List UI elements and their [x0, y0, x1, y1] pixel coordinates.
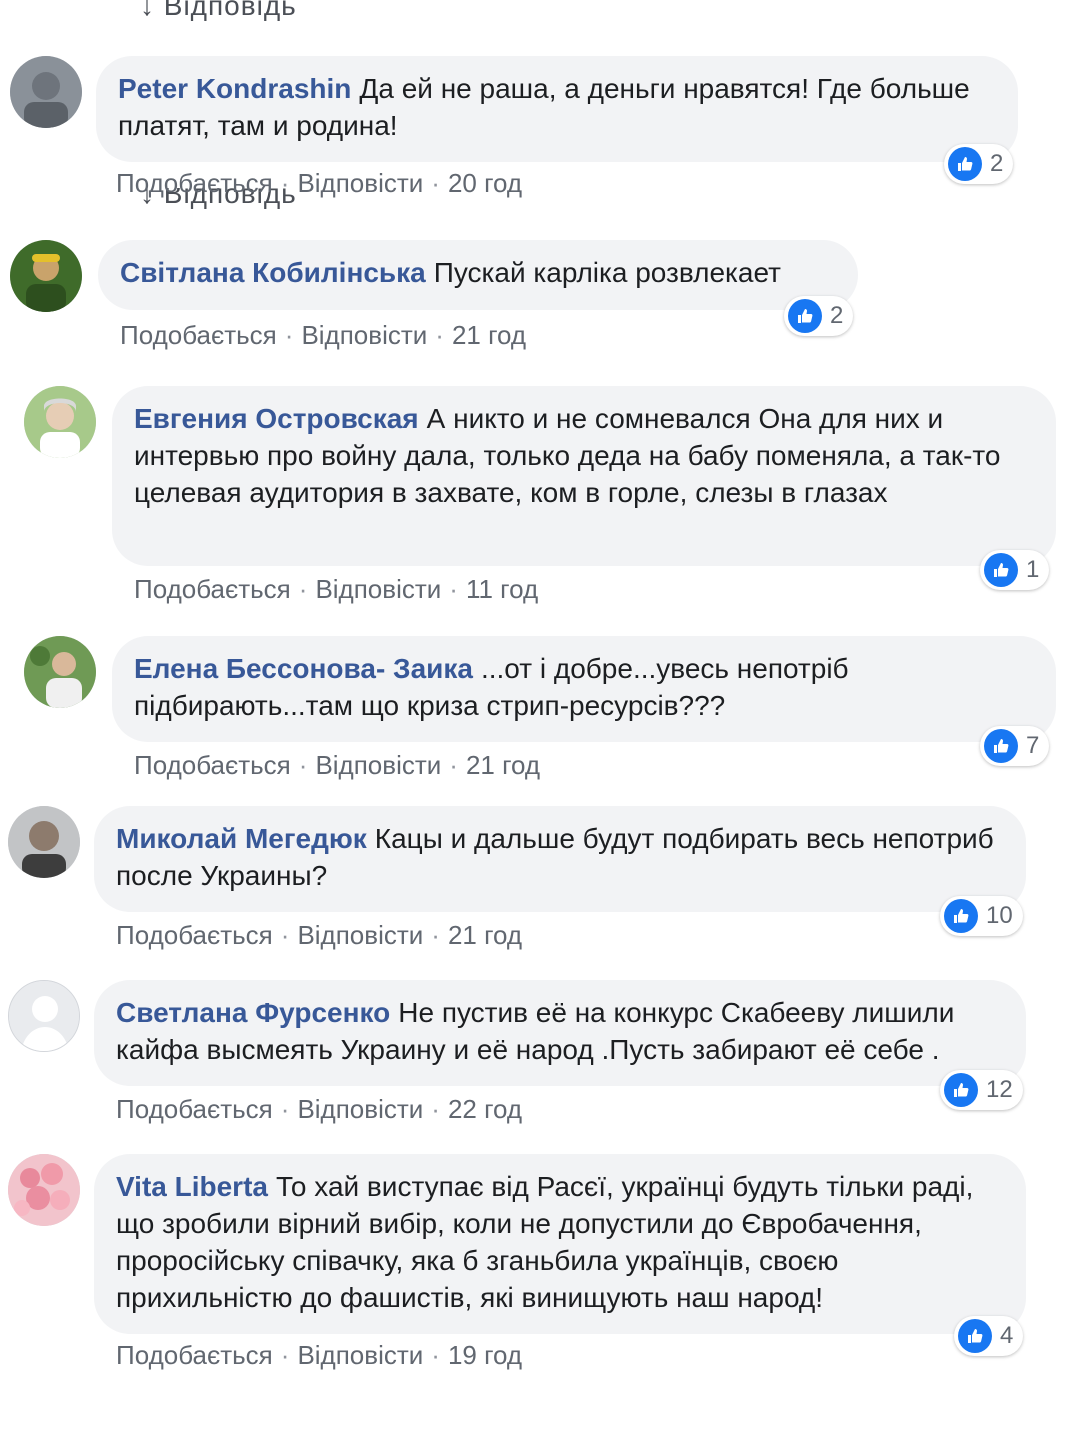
- like-link[interactable]: Подобається: [116, 168, 273, 198]
- avatar[interactable]: [24, 386, 96, 458]
- comment-author[interactable]: Світлана Кобилінська: [120, 257, 426, 288]
- separator: ·: [431, 168, 440, 198]
- reply-link[interactable]: Відповісти: [301, 320, 427, 350]
- user-photo-avatar-icon: [10, 240, 82, 312]
- avatar[interactable]: [8, 806, 80, 878]
- like-link[interactable]: Подобається: [116, 920, 273, 950]
- reply-link[interactable]: Відповісти: [315, 750, 441, 780]
- reply-link[interactable]: Відповісти: [297, 1094, 423, 1124]
- reaction-count[interactable]: 2: [784, 296, 854, 336]
- comment-actions: Подобається · Відповісти · 11 год: [134, 574, 538, 605]
- avatar[interactable]: [10, 56, 82, 128]
- user-photo-avatar-icon: [24, 636, 96, 708]
- comment-author[interactable]: Евгения Островская: [134, 403, 419, 434]
- avatar[interactable]: [24, 636, 96, 708]
- separator: ·: [298, 750, 308, 780]
- comment-author[interactable]: Светлана Фурсенко: [116, 997, 390, 1028]
- user-photo-avatar-icon: [10, 56, 82, 128]
- like-link[interactable]: Подобається: [134, 574, 291, 604]
- reaction-number: 10: [986, 902, 1013, 929]
- reaction-count[interactable]: 2: [944, 144, 1014, 184]
- comment-actions: Подобається · Відповісти · 21 год: [134, 750, 540, 781]
- like-icon: [984, 729, 1018, 763]
- comment-text: Пускай карліка розвлекает: [433, 257, 781, 288]
- reaction-number: 2: [830, 302, 844, 329]
- like-icon: [788, 299, 822, 333]
- timestamp[interactable]: 22 год: [448, 1094, 522, 1124]
- separator: ·: [280, 1094, 290, 1124]
- reaction-count[interactable]: 4: [954, 1316, 1024, 1356]
- like-link[interactable]: Подобається: [120, 320, 277, 350]
- avatar[interactable]: [8, 980, 80, 1052]
- like-icon: [958, 1319, 992, 1353]
- separator: ·: [435, 320, 444, 350]
- comment-author[interactable]: Vita Liberta: [116, 1171, 268, 1202]
- separator: ·: [431, 920, 440, 950]
- comment-bubble: Світлана Кобилінська Пускай карліка розвл…: [98, 240, 858, 310]
- timestamp[interactable]: 20 год: [448, 168, 522, 198]
- separator: ·: [280, 920, 290, 950]
- avatar[interactable]: [8, 1154, 80, 1226]
- comment-bubble: Peter Kondrashin Да ей не раша, а деньги …: [96, 56, 1018, 162]
- comment-actions: Подобається · Відповісти · 22 год: [116, 1094, 522, 1125]
- reaction-count[interactable]: 7: [980, 726, 1050, 766]
- like-icon: [948, 147, 982, 181]
- comment-author[interactable]: Елена Бессонова- Заика: [134, 653, 473, 684]
- reaction-number: 7: [1026, 732, 1040, 759]
- comment-bubble: Миколай Мегедюк Кацы и дальше будут подби…: [94, 806, 1026, 912]
- reply-link[interactable]: Відповісти: [297, 920, 423, 950]
- user-photo-avatar-icon: [8, 1154, 80, 1226]
- timestamp[interactable]: 21 год: [448, 920, 522, 950]
- comment-author[interactable]: Миколай Мегедюк: [116, 823, 367, 854]
- user-photo-avatar-icon: [8, 806, 80, 878]
- avatar[interactable]: [10, 240, 82, 312]
- like-link[interactable]: Подобається: [134, 750, 291, 780]
- reply-link[interactable]: Відповісти: [297, 168, 423, 198]
- reaction-number: 12: [986, 1076, 1013, 1103]
- timestamp[interactable]: 11 год: [466, 574, 538, 604]
- like-icon: [944, 899, 978, 933]
- reaction-number: 4: [1000, 1322, 1014, 1349]
- comment-author[interactable]: Peter Kondrashin: [118, 73, 351, 104]
- separator: ·: [431, 1094, 440, 1124]
- comment-actions: Подобається · Відповісти · 21 год: [116, 920, 522, 951]
- reaction-number: 1: [1026, 556, 1040, 583]
- separator: ·: [431, 1340, 440, 1370]
- comment-bubble: Елена Бессонова- Заика ...от і добре...ув…: [112, 636, 1056, 742]
- separator: ·: [449, 750, 458, 780]
- separator: ·: [280, 168, 290, 198]
- reply-link[interactable]: Відповісти: [315, 574, 441, 604]
- separator: ·: [284, 320, 294, 350]
- comment-bubble: Vita Liberta То хай виступає від Расєї, у…: [94, 1154, 1026, 1334]
- separator: ·: [280, 1340, 290, 1370]
- timestamp[interactable]: 21 год: [452, 320, 526, 350]
- reply-link[interactable]: Відповісти: [297, 1340, 423, 1370]
- separator: ·: [449, 574, 458, 604]
- like-link[interactable]: Подобається: [116, 1094, 273, 1124]
- reply-link-stub-top[interactable]: ↓ Відповідь: [140, 0, 360, 28]
- comment-actions: Подобається · Відповісти · 19 год: [116, 1340, 522, 1371]
- user-photo-avatar-icon: [24, 386, 96, 458]
- reaction-number: 2: [990, 150, 1004, 177]
- reaction-count[interactable]: 1: [980, 550, 1050, 590]
- comment-actions: Подобається · Відповісти · 21 год: [120, 320, 526, 351]
- timestamp[interactable]: 21 год: [466, 750, 540, 780]
- default-avatar-icon: [9, 981, 79, 1051]
- reaction-count[interactable]: 10: [940, 896, 1023, 936]
- comment-bubble: Евгения Островская А никто и не сомневалс…: [112, 386, 1056, 566]
- comment-actions: Подобається · Відповісти · 20 год: [116, 168, 522, 199]
- reaction-count[interactable]: 12: [940, 1070, 1023, 1110]
- like-link[interactable]: Подобається: [116, 1340, 273, 1370]
- separator: ·: [298, 574, 308, 604]
- like-icon: [944, 1073, 978, 1107]
- like-icon: [984, 553, 1018, 587]
- timestamp[interactable]: 19 год: [448, 1340, 522, 1370]
- comment-bubble: Светлана Фурсенко Не пустив её на конкурс…: [94, 980, 1026, 1086]
